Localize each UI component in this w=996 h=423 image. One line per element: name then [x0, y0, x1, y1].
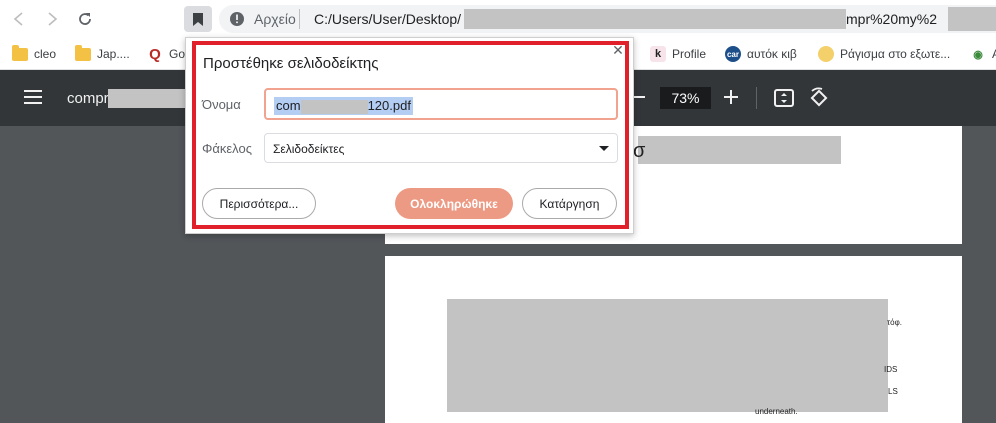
address-bar[interactable]: Αρχείο C:/Users/User/Desktop/ mpr%20my%2: [219, 5, 996, 33]
bookmark-folder-select[interactable]: Σελιδοδείκτες: [264, 133, 618, 163]
page-text-fragment: LS: [888, 387, 898, 396]
redacted-page-text: [638, 136, 841, 164]
back-button[interactable]: [8, 8, 30, 30]
reload-icon: [79, 13, 91, 25]
pdf-file-title: compr: [67, 90, 109, 107]
bookmark-folder-jap[interactable]: Jap....: [75, 44, 130, 64]
bookmark-label: Ράγισμα στο εξωτε...: [840, 47, 951, 61]
bookmark-car[interactable]: car αυτόκ κιβ: [725, 44, 797, 64]
pdf-page-2: τόφ. IDS LS underneath.: [385, 256, 962, 423]
bookmark-name-value: com 120.pdf: [274, 97, 413, 115]
url-start-text: C:/Users/User/Desktop/: [314, 11, 462, 27]
dialog-title: Προστέθηκε σελιδοδείκτης: [203, 55, 379, 72]
bookmark-folder-cleo[interactable]: cleo: [12, 44, 56, 64]
page-text-fragment: IDS: [884, 365, 898, 374]
page-text-fragment: σ: [633, 140, 646, 162]
bookmark-crack[interactable]: Ράγισμα στο εξωτε...: [818, 44, 950, 64]
redacted-title: [108, 89, 186, 108]
bookmark-quora[interactable]: Q Go: [147, 44, 185, 64]
more-button[interactable]: Περισσότερα...: [202, 188, 316, 219]
zoom-in-button[interactable]: [723, 89, 739, 105]
folder-icon: [12, 44, 28, 61]
toolbar-divider: [756, 87, 757, 109]
info-icon[interactable]: [229, 11, 245, 27]
reload-button[interactable]: [74, 8, 96, 30]
car-favicon-icon: car: [725, 46, 741, 62]
bookmark-label: Profile: [672, 47, 707, 61]
url-end-text: mpr%20my%2: [846, 11, 938, 27]
page-text-fragment: τόφ.: [887, 318, 903, 327]
menu-icon[interactable]: [24, 90, 42, 104]
bookmark-page-button[interactable]: [184, 6, 212, 32]
redacted-url: [464, 9, 846, 29]
bookmark-label: cleo: [34, 47, 57, 61]
bookmark-name-input[interactable]: com 120.pdf: [264, 88, 618, 120]
bookmark-eye[interactable]: ◉ A: [970, 44, 996, 64]
zoom-level-input[interactable]: 73%: [660, 87, 711, 109]
redacted-url-tail: [948, 7, 996, 31]
chevron-down-icon: [599, 146, 609, 151]
bookmark-added-dialog: Προστέθηκε σελιδοδείκτης ✕ Όνομα com 120.…: [185, 37, 634, 234]
folder-icon: [75, 44, 91, 61]
redacted-page-content: [447, 299, 888, 412]
bookmark-label: αυτόκ κιβ: [747, 47, 797, 61]
quora-icon: Q: [149, 45, 161, 63]
k-favicon-icon: k: [650, 46, 666, 62]
browser-toolbar: Αρχείο C:/Users/User/Desktop/ mpr%20my%2: [0, 0, 996, 38]
done-button[interactable]: Ολοκληρώθηκε: [395, 188, 513, 219]
address-separator: [299, 9, 300, 29]
bookmark-profile[interactable]: k Profile: [650, 44, 706, 64]
redacted-name: [300, 99, 368, 114]
forward-arrow-icon: [48, 12, 58, 26]
back-arrow-icon: [13, 12, 23, 26]
eye-favicon-icon: ◉: [973, 48, 983, 61]
bookmark-label: Go: [169, 47, 186, 61]
bookmark-label: A: [992, 47, 996, 61]
bookmark-icon: [193, 12, 203, 26]
close-icon[interactable]: ✕: [611, 42, 625, 58]
remove-button[interactable]: Κατάργηση: [522, 188, 617, 219]
folder-select-value: Σελιδοδείκτες: [273, 142, 345, 156]
fit-to-page-icon[interactable]: [773, 87, 795, 109]
rotate-icon[interactable]: [808, 87, 830, 109]
bookmark-label: Jap....: [97, 47, 130, 61]
file-scheme-label: Αρχείο: [254, 11, 296, 27]
page-text-fragment: underneath.: [755, 407, 798, 416]
bulb-favicon-icon: [818, 46, 834, 62]
folder-label: Φάκελος: [202, 141, 252, 156]
name-label: Όνομα: [202, 97, 241, 112]
forward-button[interactable]: [41, 8, 63, 30]
